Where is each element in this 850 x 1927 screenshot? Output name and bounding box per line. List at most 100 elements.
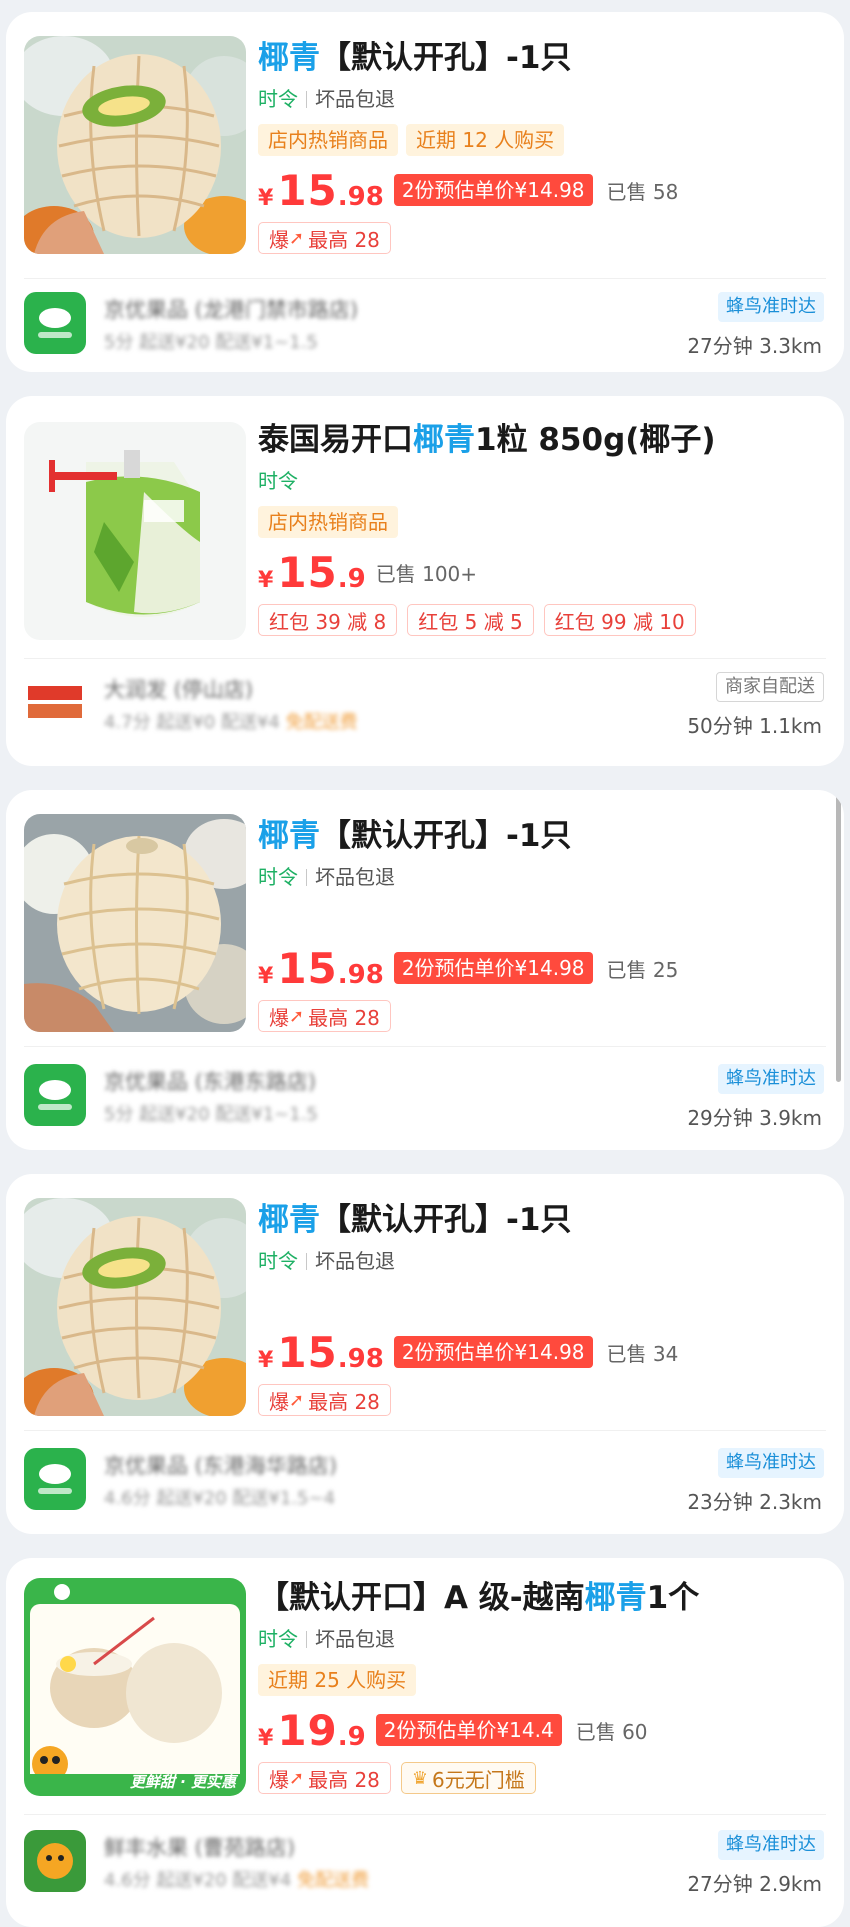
- store-row[interactable]: 京优果品 (龙港门禁市路店) 5分 起送¥20 配送¥1~1.5 蜂鸟准时达 2…: [24, 290, 824, 370]
- estimated-unit-price-badge: 2份预估单价¥14.98: [393, 1336, 593, 1368]
- estimated-unit-price-badge: 2份预估单价¥14.4: [375, 1714, 562, 1746]
- price-row: ¥15.98 2份预估单价¥14.98 已售 34: [258, 1327, 824, 1377]
- divider: [24, 278, 826, 279]
- product-image[interactable]: [24, 1198, 246, 1416]
- estimated-unit-price-badge: 2份预估单价¥14.98: [393, 952, 593, 984]
- product-title[interactable]: 椰青【默认开孔】-1只: [258, 816, 824, 856]
- hot-seller-tag: 店内热销商品: [258, 506, 398, 538]
- title-keyword-highlight: 椰青: [584, 1580, 647, 1616]
- no-threshold-coupon-badge[interactable]: ♛ 6元无门槛: [400, 1762, 536, 1794]
- hot-seller-tag: 店内热销商品: [258, 124, 398, 156]
- store-meta: 4.6分 起送¥20 配送¥1.5~4: [104, 1488, 336, 1509]
- hot-max-badge[interactable]: 爆 ➚ 最高 28: [258, 222, 391, 254]
- separator: [306, 1253, 307, 1270]
- product-card[interactable]: 椰青【默认开孔】-1只 时令 坏品包退 店内热销商品 近期 12 人购买 ¥15.9…: [6, 12, 844, 372]
- product-image[interactable]: [24, 422, 246, 640]
- eta-distance: 27分钟 2.9km: [687, 1872, 822, 1896]
- service-row: 时令: [258, 468, 824, 494]
- eta-distance: 29分钟 3.9km: [687, 1106, 822, 1130]
- store-logo: [24, 1064, 86, 1126]
- price-row: ¥15.9 已售 100+: [258, 547, 824, 597]
- store-row[interactable]: 大润发 (停山店) 4.7分 起送¥0 配送¥4 免配送费 商家自配送 50分钟…: [24, 670, 824, 750]
- eta-distance: 27分钟 3.3km: [687, 334, 822, 358]
- separator: [306, 1631, 307, 1648]
- recent-buyers-tag: 近期 25 人购买: [258, 1664, 417, 1696]
- coupon-badge-row: 红包 39 减 8 红包 5 减 5 红包 99 减 10: [258, 604, 824, 638]
- sold-count: 已售 34: [606, 1341, 679, 1366]
- separator: [306, 91, 307, 108]
- hot-max-badge[interactable]: 爆 ➚ 最高 28: [258, 1384, 391, 1416]
- delivery-tag: 蜂鸟准时达: [718, 1830, 824, 1860]
- coupon-badge[interactable]: 红包 39 减 8: [258, 604, 398, 636]
- image-caption: 更鲜甜 · 更实惠: [129, 1773, 236, 1791]
- store-name: 京优果品 (东港东路店): [104, 1070, 317, 1094]
- store-row[interactable]: 京优果品 (东港海华路店) 4.6分 起送¥20 配送¥1.5~4 蜂鸟准时达 …: [24, 1446, 824, 1526]
- price-row: ¥15.98 2份预估单价¥14.98 已售 58: [258, 166, 824, 215]
- coconut-hand-icon: [24, 814, 246, 1032]
- store-row[interactable]: 鲜丰水果 (曹苑路店) 4.6分 起送¥20 配送¥4 免配送费 蜂鸟准时达 2…: [24, 1828, 824, 1908]
- product-title[interactable]: 泰国易开口椰青1粒 850g(椰子): [258, 420, 824, 460]
- coupon-badge[interactable]: 红包 5 减 5: [407, 604, 534, 636]
- product-card[interactable]: 泰国易开口椰青1粒 850g(椰子) 时令 店内热销商品 ¥15.9 已售 10…: [6, 396, 844, 766]
- store-logo: [24, 1830, 86, 1892]
- product-info: 椰青【默认开孔】-1只 时令 坏品包退 ¥15.98 2份预估单价¥14.98 已…: [258, 1200, 824, 1418]
- product-title[interactable]: 椰青【默认开孔】-1只: [258, 1200, 824, 1240]
- store-meta: 4.6分 起送¥20 配送¥4 免配送费: [104, 1870, 370, 1891]
- return-policy-label: 坏品包退: [315, 87, 395, 111]
- price: ¥15.98: [258, 1327, 384, 1377]
- service-row: 时令 坏品包退: [258, 864, 824, 890]
- return-policy-label: 坏品包退: [315, 1627, 395, 1651]
- seasonal-label: 时令: [258, 1627, 298, 1651]
- product-image[interactable]: [24, 36, 246, 254]
- sold-count: 已售 100+: [375, 561, 478, 586]
- fire-arrow-icon: ➚: [289, 1005, 305, 1027]
- service-row: 时令 坏品包退: [258, 1248, 824, 1274]
- estimated-unit-price-badge: 2份预估单价¥14.98: [393, 174, 593, 206]
- store-meta: 5分 起送¥20 配送¥1~1.5: [104, 332, 318, 353]
- store-row[interactable]: 京优果品 (东港东路店) 5分 起送¥20 配送¥1~1.5 蜂鸟准时达 29分…: [24, 1062, 824, 1142]
- return-policy-label: 坏品包退: [315, 865, 395, 889]
- store-name: 京优果品 (东港海华路店): [104, 1454, 338, 1478]
- divider: [24, 658, 826, 659]
- return-policy-label: 坏品包退: [315, 1249, 395, 1273]
- hot-max-badge[interactable]: 爆 ➚ 最高 28: [258, 1762, 391, 1794]
- store-logo: [24, 1448, 86, 1510]
- store-meta: 5分 起送¥20 配送¥1~1.5: [104, 1104, 318, 1125]
- store-name: 大润发 (停山店): [104, 678, 254, 702]
- service-row: 时令 坏品包退: [258, 86, 824, 112]
- coupon-badge[interactable]: 红包 99 减 10: [543, 604, 696, 636]
- scrollbar[interactable]: [836, 790, 841, 1082]
- title-keyword-highlight: 椰青: [258, 40, 320, 76]
- seasonal-label: 时令: [258, 1249, 298, 1273]
- delivery-tag: 商家自配送: [716, 672, 824, 702]
- service-row: 时令 坏品包退: [258, 1626, 824, 1652]
- sold-count: 已售 58: [606, 179, 679, 204]
- divider: [24, 1430, 826, 1431]
- product-info: 椰青【默认开孔】-1只 时令 坏品包退 店内热销商品 近期 12 人购买 ¥15.9…: [258, 38, 824, 256]
- crown-icon: ♛: [411, 1767, 429, 1789]
- product-title[interactable]: 【默认开口】A 级-越南椰青1个: [258, 1578, 824, 1618]
- product-card[interactable]: 椰青【默认开孔】-1只 时令 坏品包退 ¥15.98 2份预估单价¥14.98 已…: [6, 790, 844, 1150]
- store-name: 京优果品 (龙港门禁市路店): [104, 298, 359, 322]
- store-logo: [24, 292, 86, 354]
- fire-arrow-icon: ➚: [289, 1389, 305, 1411]
- product-image[interactable]: [24, 814, 246, 1032]
- eta-distance: 23分钟 2.3km: [687, 1490, 822, 1514]
- product-image[interactable]: 更鲜甜 · 更实惠: [24, 1578, 246, 1796]
- store-meta: 4.7分 起送¥0 配送¥4 免配送费: [104, 712, 358, 733]
- product-card[interactable]: 更鲜甜 · 更实惠 【默认开口】A 级-越南椰青1个 时令 坏品包退 近期 25 …: [6, 1558, 844, 1927]
- price: ¥15.98: [258, 943, 384, 993]
- tag-row: 近期 25 人购买: [258, 1664, 824, 1696]
- product-card[interactable]: 椰青【默认开孔】-1只 时令 坏品包退 ¥15.98 2份预估单价¥14.98 已…: [6, 1174, 844, 1534]
- product-title[interactable]: 椰青【默认开孔】-1只: [258, 38, 824, 78]
- tag-row: 店内热销商品: [258, 506, 824, 538]
- divider: [24, 1814, 826, 1815]
- price: ¥15.9: [258, 547, 366, 597]
- title-keyword-highlight: 椰青: [258, 818, 320, 854]
- seasonal-label: 时令: [258, 87, 298, 111]
- thai-coconut-icon: [24, 422, 246, 640]
- coconut-net-icon: [24, 1198, 246, 1416]
- hot-max-badge[interactable]: 爆 ➚ 最高 28: [258, 1000, 391, 1032]
- promo-badge-row: 爆 ➚ 最高 28: [258, 222, 824, 256]
- promo-badge-row: 爆 ➚ 最高 28: [258, 1000, 824, 1034]
